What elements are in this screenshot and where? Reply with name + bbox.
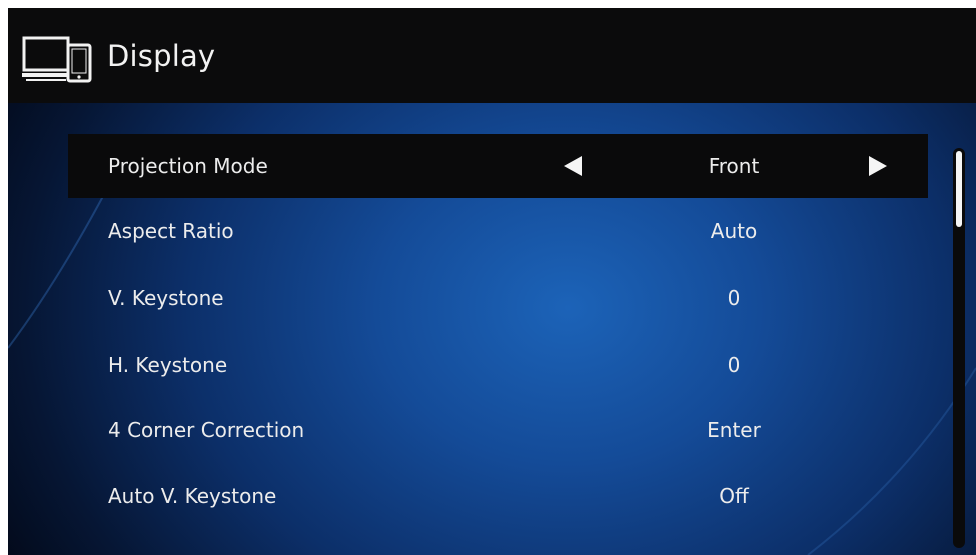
menu-item-h-keystone[interactable]: H. Keystone 0 <box>68 333 928 397</box>
arrow-left-icon[interactable] <box>562 155 584 177</box>
menu-item-4-corner-correction[interactable]: 4 Corner Correction Enter <box>68 398 928 462</box>
menu-item-label: Projection Mode <box>108 154 268 178</box>
menu-item-label: V. Keystone <box>108 286 224 310</box>
menu-item-value: Front <box>708 154 760 178</box>
display-devices-icon <box>22 36 92 83</box>
menu-item-label: Aspect Ratio <box>108 219 234 243</box>
osd-screen: Display Projection Mode Front Aspect Rat… <box>8 8 976 555</box>
arrow-right-icon[interactable] <box>867 155 889 177</box>
menu-item-v-keystone[interactable]: V. Keystone 0 <box>68 266 928 330</box>
menu-item-value: Off <box>719 484 749 508</box>
menu-item-value: 0 <box>727 353 741 377</box>
menu-title: Display <box>107 39 216 73</box>
menu-item-label: 4 Corner Correction <box>108 418 305 442</box>
menu-item-auto-v-keystone[interactable]: Auto V. Keystone Off <box>68 464 928 528</box>
menu-item-aspect-ratio[interactable]: Aspect Ratio Auto <box>68 199 928 263</box>
menu-item-label: H. Keystone <box>108 353 228 377</box>
scrollbar-thumb[interactable] <box>956 151 962 227</box>
scrollbar[interactable] <box>953 148 965 548</box>
menu-item-label: Auto V. Keystone <box>108 484 277 508</box>
menu-item-value: Enter <box>707 418 761 442</box>
menu-item-projection-mode[interactable]: Projection Mode Front <box>68 134 928 198</box>
menu-item-value: Auto <box>710 219 758 243</box>
menu-item-value: 0 <box>727 286 741 310</box>
menu-header: Display <box>8 8 976 103</box>
